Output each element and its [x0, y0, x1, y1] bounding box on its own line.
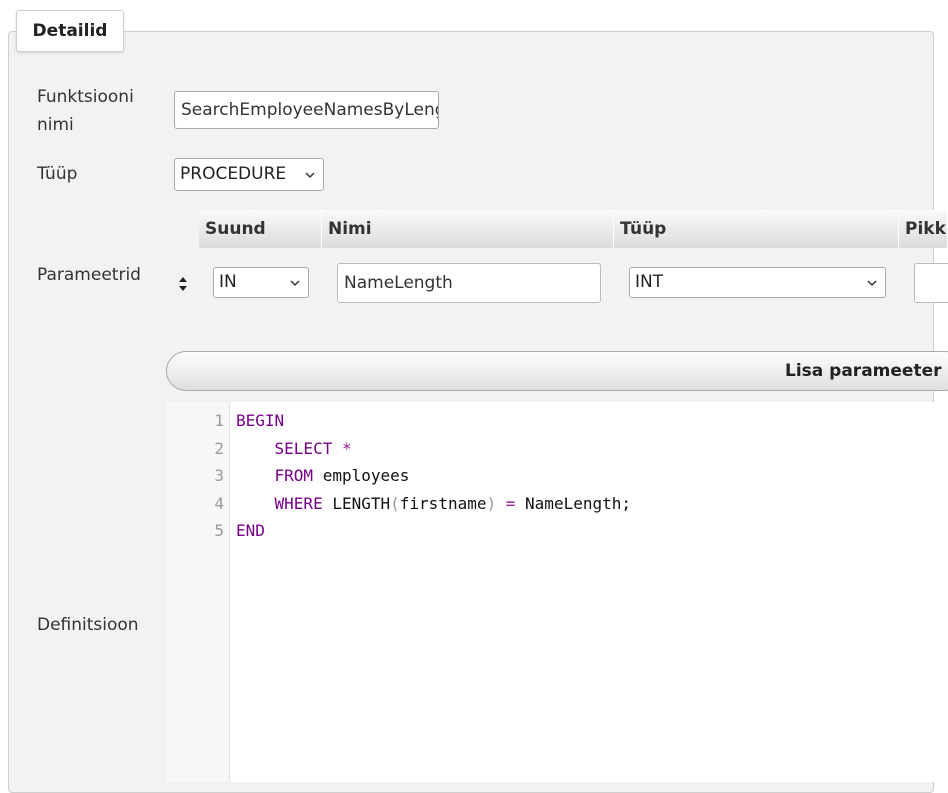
- code-token: LENGTH: [322, 493, 391, 513]
- chevron-down-icon: [290, 279, 300, 286]
- chevron-down-icon: [867, 279, 877, 286]
- code-editor[interactable]: 1 2 3 4 5 BEGIN SELECT * FROM employees WHER…: [166, 402, 948, 782]
- column-header-type: Tüüp: [614, 210, 899, 248]
- column-header-direction: Suund: [199, 210, 322, 248]
- function-name-label: Funktsiooni nimi: [37, 87, 134, 135]
- column-header-name: Nimi: [322, 210, 614, 248]
- code-token: END: [236, 521, 265, 540]
- code-token: ): [486, 493, 497, 513]
- code-line: END: [236, 517, 265, 545]
- definition-label: Definitsioon: [37, 615, 139, 635]
- code-token: =: [505, 493, 516, 513]
- column-header-length: Pikkus: [899, 210, 948, 248]
- code-token: SELECT: [274, 438, 333, 458]
- type-select-value: PROCEDURE: [180, 164, 287, 184]
- sort-arrows-icon[interactable]: [176, 274, 190, 294]
- line-number: 5: [214, 521, 224, 540]
- add-parameter-label: Lisa parameeter: [785, 361, 942, 381]
- code-token: FROM: [274, 466, 314, 485]
- code-token: firstname: [399, 493, 487, 513]
- code-line: FROM employees: [236, 462, 410, 490]
- param-direction-select[interactable]: IN: [213, 267, 309, 298]
- code-token: employees: [313, 466, 410, 485]
- param-name-input[interactable]: NameLength: [337, 263, 601, 303]
- parameters-label: Parameetrid: [37, 265, 141, 285]
- panel-title: Detailid: [16, 10, 124, 52]
- function-name-input[interactable]: SearchEmployeeNamesByLength: [174, 91, 439, 129]
- type-select[interactable]: PROCEDURE: [174, 158, 324, 191]
- chevron-down-icon: [305, 171, 315, 178]
- line-number: 3: [214, 466, 224, 485]
- line-number: 4: [214, 493, 224, 513]
- code-token: *: [341, 438, 352, 458]
- code-token: NameLength;: [515, 493, 631, 513]
- code-line: WHERE LENGTH(firstname) = NameLength;: [236, 490, 631, 518]
- param-type-select[interactable]: INT: [629, 267, 886, 298]
- type-label: Tüüp: [37, 164, 78, 184]
- code-line: SELECT *: [236, 435, 352, 463]
- line-number-gutter: 1 2 3 4 5: [166, 402, 230, 782]
- param-length-input[interactable]: [914, 263, 948, 303]
- code-token: WHERE: [274, 493, 323, 513]
- line-number: 1: [214, 411, 224, 430]
- add-parameter-button[interactable]: Lisa parameeter: [166, 351, 948, 391]
- code-line: BEGIN: [236, 407, 284, 435]
- param-direction-value: IN: [219, 272, 237, 292]
- code-token: (: [390, 493, 400, 513]
- line-number: 2: [214, 438, 224, 458]
- param-type-value: INT: [635, 272, 664, 292]
- code-token: BEGIN: [236, 411, 285, 430]
